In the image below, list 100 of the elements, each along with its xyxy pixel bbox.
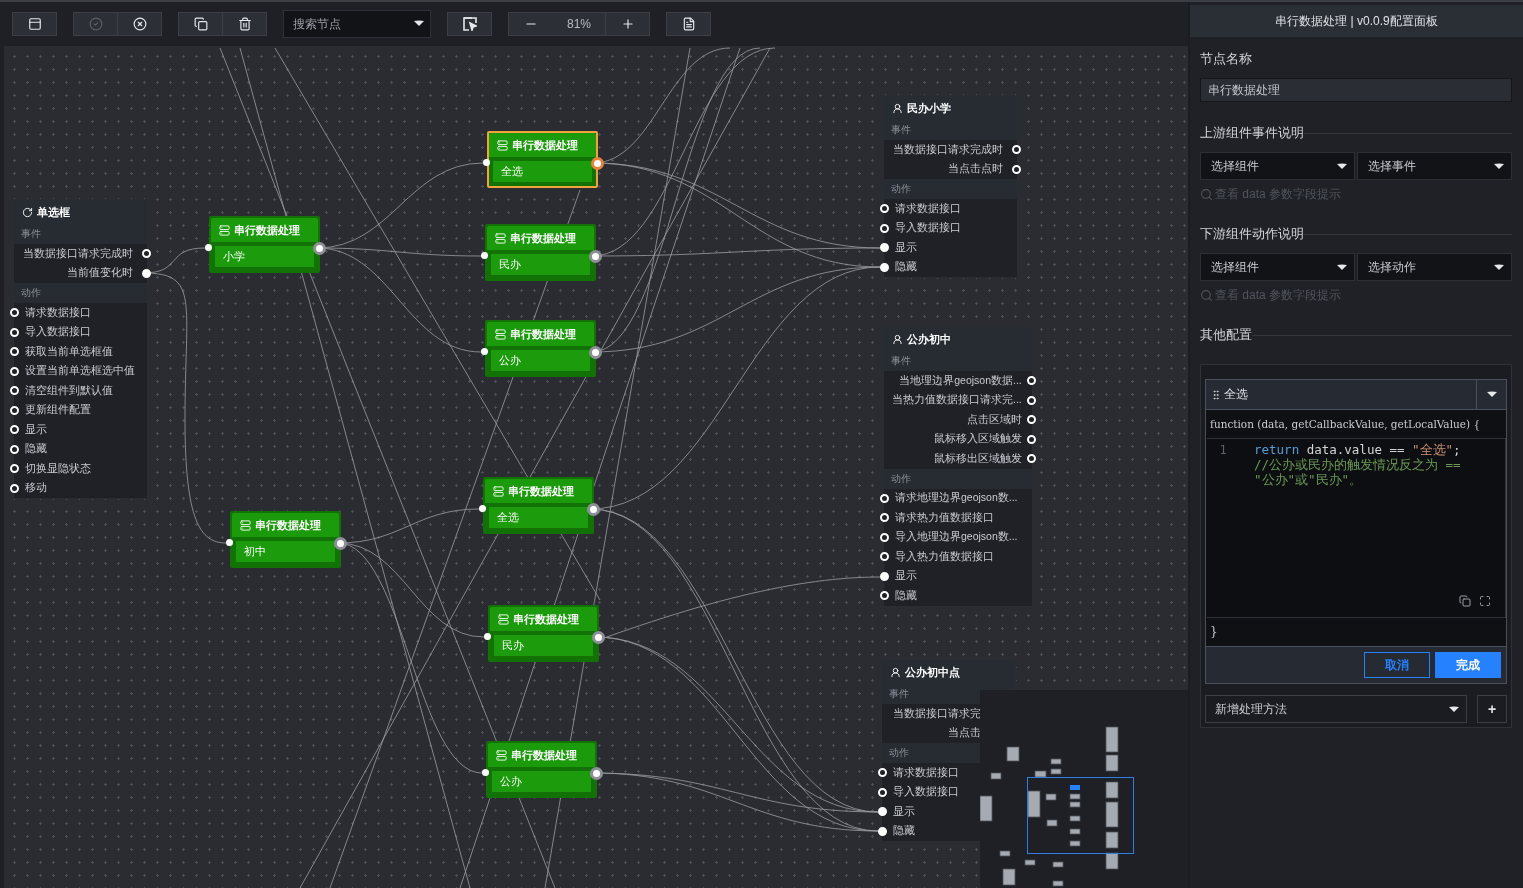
node-label: 初中 bbox=[236, 541, 335, 562]
input-port[interactable] bbox=[482, 769, 489, 776]
panel-title: 串行数据处理 | v0.0.9配置面板 bbox=[1275, 12, 1438, 30]
new-method-dropdown[interactable]: 新增处理方法 bbox=[1205, 695, 1467, 723]
input-port[interactable] bbox=[9, 483, 19, 493]
trash-button[interactable] bbox=[222, 12, 267, 36]
input-port[interactable] bbox=[9, 425, 19, 435]
cursor-box-button[interactable] bbox=[447, 12, 492, 36]
caret-icon bbox=[1493, 162, 1505, 170]
processor-node[interactable]: 串行数据处理 全选 bbox=[487, 131, 598, 188]
input-port[interactable] bbox=[481, 252, 488, 259]
input-port[interactable] bbox=[877, 826, 887, 836]
input-port[interactable] bbox=[9, 347, 19, 357]
add-button[interactable]: + bbox=[1477, 695, 1507, 723]
node-title: 串行数据处理 bbox=[511, 747, 577, 763]
action-label: 清空组件到默认值 bbox=[25, 383, 113, 398]
copy-icon[interactable] bbox=[1459, 595, 1471, 607]
input-port[interactable] bbox=[205, 244, 212, 251]
input-port[interactable] bbox=[879, 591, 889, 601]
input-port[interactable] bbox=[877, 768, 887, 778]
processor-node[interactable]: 串行数据处理 民办 bbox=[485, 224, 596, 281]
minimap-drawing[interactable] bbox=[980, 690, 1188, 888]
input-port[interactable] bbox=[9, 327, 19, 337]
method-name: 全选 bbox=[1224, 386, 1248, 403]
input-port[interactable] bbox=[879, 223, 889, 233]
field-label: 节点名称 bbox=[1200, 50, 1253, 68]
input-port[interactable] bbox=[9, 444, 19, 454]
action-label: 设置当前单选框选中值 bbox=[25, 364, 135, 379]
processor-node[interactable]: 串行数据处理 全选 bbox=[483, 477, 594, 534]
caret-icon bbox=[1336, 162, 1348, 170]
node-title: 串行数据处理 bbox=[512, 137, 578, 153]
processor-node[interactable]: 串行数据处理 民办 bbox=[488, 605, 599, 662]
dropdown[interactable]: 选择动作 bbox=[1357, 253, 1512, 281]
node-name-field[interactable]: 串行数据处理 bbox=[1200, 78, 1512, 102]
section-heading: 下游组件动作说明 bbox=[1200, 225, 1304, 243]
event-label: 当地理边界geojson数据... bbox=[899, 373, 1022, 388]
action-label: 显示 bbox=[25, 422, 47, 437]
event-label: 当前值变化时 bbox=[67, 266, 133, 281]
closing-brace: } bbox=[1210, 625, 1218, 639]
zoom-in-button[interactable] bbox=[605, 12, 650, 36]
server-icon bbox=[493, 485, 504, 497]
input-port[interactable] bbox=[879, 532, 889, 542]
input-port[interactable] bbox=[9, 308, 19, 318]
search-icon bbox=[1200, 188, 1213, 201]
input-port[interactable] bbox=[226, 539, 233, 546]
action-label: 请求数据接口 bbox=[895, 201, 961, 216]
cancel-button[interactable]: 取消 bbox=[1364, 652, 1430, 678]
input-port[interactable] bbox=[9, 405, 19, 415]
section-label: 事件 bbox=[891, 354, 911, 368]
server-icon bbox=[496, 749, 507, 761]
plus-icon bbox=[620, 17, 635, 31]
processor-node[interactable]: 串行数据处理 公办 bbox=[486, 741, 597, 798]
confirm-button[interactable]: 完成 bbox=[1435, 652, 1501, 678]
action-label: 隐藏 bbox=[895, 260, 917, 275]
input-port[interactable] bbox=[484, 633, 491, 640]
close-icon bbox=[132, 17, 147, 31]
input-port[interactable] bbox=[877, 807, 887, 817]
dropdown[interactable]: 选择事件 bbox=[1357, 152, 1512, 180]
node-label: 民办 bbox=[494, 635, 593, 656]
input-port[interactable] bbox=[879, 571, 889, 581]
copy-button[interactable] bbox=[178, 12, 223, 36]
input-port[interactable] bbox=[877, 787, 887, 797]
input-port[interactable] bbox=[9, 366, 19, 376]
node-label: 公办 bbox=[491, 350, 590, 371]
input-port[interactable] bbox=[879, 204, 889, 214]
input-port[interactable] bbox=[9, 386, 19, 396]
input-port[interactable] bbox=[481, 348, 488, 355]
input-port[interactable] bbox=[879, 493, 889, 503]
input-port[interactable] bbox=[9, 464, 19, 474]
action-label: 隐藏 bbox=[893, 824, 915, 839]
processor-node[interactable]: 串行数据处理 小学 bbox=[209, 216, 320, 273]
input-port[interactable] bbox=[879, 262, 889, 272]
processor-node[interactable]: 串行数据处理 初中 bbox=[230, 511, 341, 568]
input-port[interactable] bbox=[483, 159, 490, 166]
document-button[interactable] bbox=[666, 12, 711, 36]
search-field[interactable]: 搜索节点 bbox=[283, 10, 431, 38]
event-label: 当数据接口请求完 bbox=[893, 706, 981, 721]
node-title: 民办小学 bbox=[907, 100, 951, 116]
code-editor[interactable]: 1 return data.value == "全选"; //公办或民办的触发情况反之为 == "公办"或"民办"。 bbox=[1207, 438, 1506, 618]
input-port[interactable] bbox=[479, 505, 486, 512]
dropdown[interactable]: 选择组件 bbox=[1200, 253, 1355, 281]
event-label: 点击区域时 bbox=[966, 412, 1022, 427]
node-title: 公办初中 bbox=[907, 331, 951, 347]
input-port[interactable] bbox=[879, 552, 889, 562]
panel-button[interactable] bbox=[12, 12, 57, 36]
node-label: 小学 bbox=[215, 246, 314, 267]
input-port[interactable] bbox=[879, 513, 889, 523]
user-icon bbox=[892, 333, 903, 345]
action-label: 获取当前单选框值 bbox=[25, 344, 113, 359]
action-label: 显示 bbox=[895, 569, 917, 584]
dropdown[interactable]: 选择组件 bbox=[1200, 152, 1355, 180]
close-button[interactable] bbox=[117, 12, 162, 36]
expand-icon[interactable] bbox=[1479, 595, 1491, 607]
processor-node[interactable]: 串行数据处理 公办 bbox=[485, 320, 596, 377]
action-label: 显示 bbox=[895, 240, 917, 255]
caret-icon bbox=[413, 20, 425, 27]
grip-icon[interactable] bbox=[1210, 388, 1222, 401]
input-port[interactable] bbox=[879, 243, 889, 253]
action-label: 导入数据接口 bbox=[895, 221, 961, 236]
cursor-box-icon bbox=[462, 17, 477, 31]
